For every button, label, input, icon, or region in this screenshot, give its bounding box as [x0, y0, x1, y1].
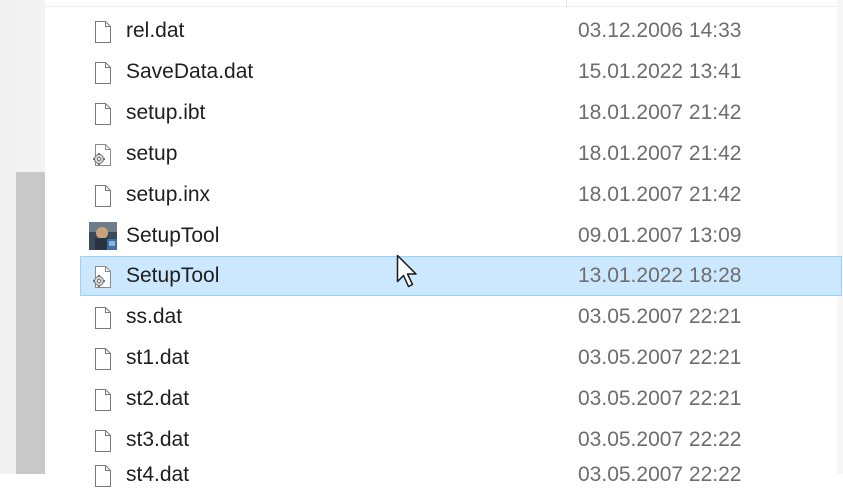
- file-name: st1.dat: [126, 346, 190, 369]
- file-name: SetupTool: [126, 224, 220, 247]
- file-name: SaveData.dat: [126, 60, 254, 83]
- mouse-pointer-icon: [396, 254, 418, 288]
- document-icon: [91, 429, 115, 453]
- file-name: setup.inx: [126, 183, 211, 206]
- file-date-modified: 18.01.2007 21:42: [578, 101, 742, 124]
- file-name: ss.dat: [126, 305, 183, 328]
- file-date-modified: 09.01.2007 13:09: [578, 224, 742, 247]
- file-date-modified: 13.01.2022 18:28: [578, 264, 742, 287]
- document-icon: [91, 61, 115, 85]
- file-name: setup.ibt: [126, 101, 206, 124]
- settings-file-icon: [91, 143, 115, 167]
- file-date-modified: 03.05.2007 22:21: [578, 305, 742, 328]
- file-name: SetupTool: [126, 264, 220, 287]
- file-row[interactable]: rel.dat 03.12.2006 14:33: [80, 11, 842, 51]
- file-row-selected[interactable]: SetupTool 13.01.2022 18:28: [80, 256, 842, 296]
- file-row[interactable]: setup 18.01.2007 21:42: [80, 134, 842, 174]
- settings-file-icon: [91, 265, 115, 289]
- file-date-modified: 03.12.2006 14:33: [578, 19, 742, 42]
- file-name: st3.dat: [126, 428, 190, 451]
- file-date-modified: 15.01.2022 13:41: [578, 60, 742, 83]
- file-date-modified: 03.05.2007 22:22: [578, 428, 742, 451]
- application-icon: [89, 222, 117, 250]
- document-icon: [91, 306, 115, 330]
- file-row[interactable]: ss.dat 03.05.2007 22:21: [80, 297, 842, 337]
- file-row[interactable]: setup.ibt 18.01.2007 21:42: [80, 93, 842, 133]
- document-icon: [91, 20, 115, 44]
- file-row[interactable]: st1.dat 03.05.2007 22:21: [80, 338, 842, 378]
- document-icon: [91, 102, 115, 126]
- document-icon: [91, 464, 115, 488]
- file-name: setup: [126, 142, 178, 165]
- document-icon: [91, 388, 115, 412]
- file-row[interactable]: st2.dat 03.05.2007 22:21: [80, 379, 842, 419]
- file-row[interactable]: SetupTool 09.01.2007 13:09: [80, 216, 842, 256]
- file-row[interactable]: st3.dat 03.05.2007 22:22: [80, 420, 842, 460]
- file-date-modified: 18.01.2007 21:42: [578, 183, 742, 206]
- file-row[interactable]: SaveData.dat 15.01.2022 13:41: [80, 52, 842, 92]
- file-date-modified: 03.05.2007 22:22: [578, 463, 742, 486]
- file-date-modified: 03.05.2007 22:21: [578, 346, 742, 369]
- file-name: st4.dat: [126, 463, 190, 486]
- document-icon: [91, 347, 115, 371]
- file-list: rel.dat 03.12.2006 14:33 SaveData.dat 15…: [0, 0, 843, 487]
- document-icon: [91, 184, 115, 208]
- file-name: rel.dat: [126, 19, 185, 42]
- file-date-modified: 18.01.2007 21:42: [578, 142, 742, 165]
- file-name: st2.dat: [126, 387, 190, 410]
- file-row[interactable]: setup.inx 18.01.2007 21:42: [80, 175, 842, 215]
- file-row[interactable]: st4.dat 03.05.2007 22:22: [80, 455, 842, 495]
- file-date-modified: 03.05.2007 22:21: [578, 387, 742, 410]
